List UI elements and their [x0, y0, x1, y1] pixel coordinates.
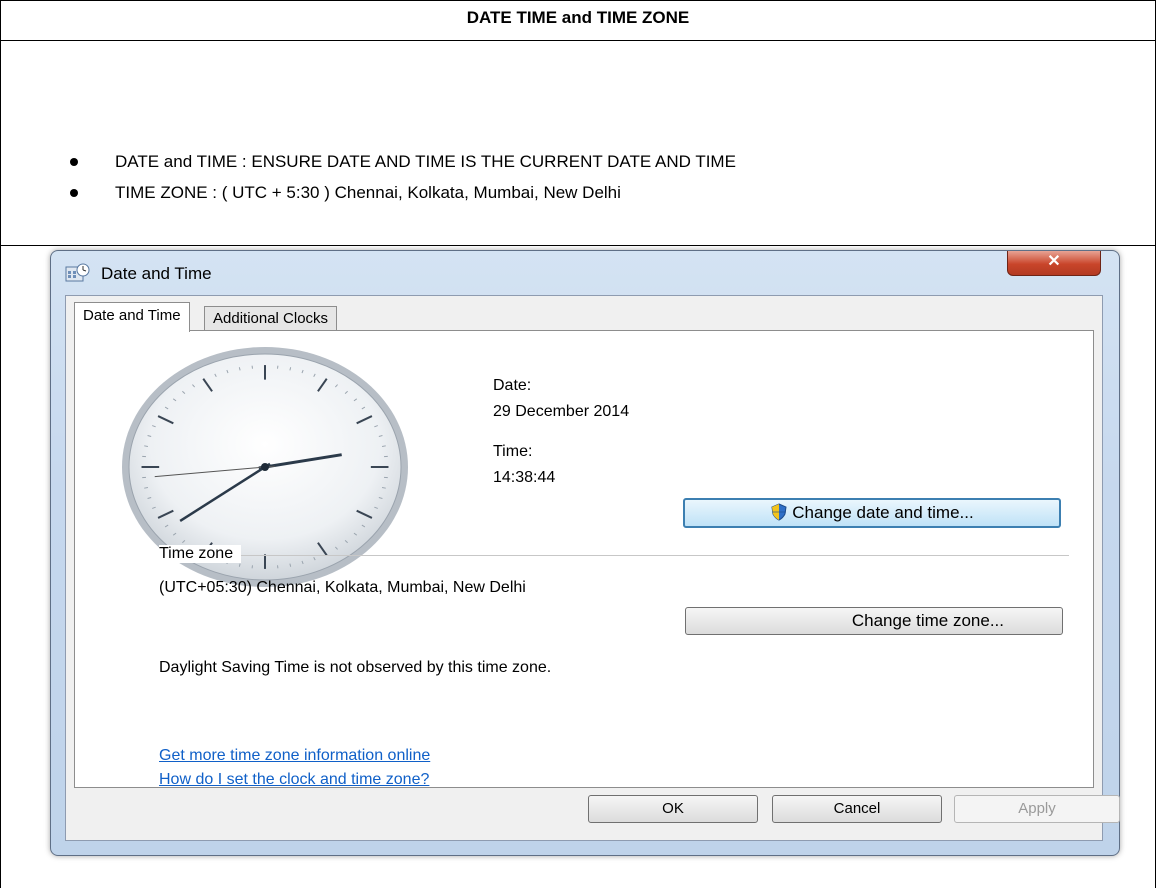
table-divider [0, 40, 1156, 41]
change-date-and-time-button[interactable]: Change date and time... [683, 498, 1061, 528]
table-border-top [0, 0, 1156, 1]
change-date-and-time-label: Change date and time... [792, 503, 974, 522]
timezone-group-label: Time zone [159, 545, 242, 563]
ok-button[interactable]: OK [588, 795, 758, 823]
time-label: Time: [493, 443, 533, 460]
datetime-app-icon [65, 263, 91, 283]
tab-additional-clocks[interactable]: Additional Clocks [204, 306, 338, 331]
how-to-set-clock-link[interactable]: How do I set the clock and time zone? [159, 771, 429, 789]
list-item: TIME ZONE : ( UTC + 5:30 ) Chennai, Kolk… [70, 181, 736, 205]
time-value: 14:38:44 [493, 469, 556, 486]
clock-minute-tick [381, 487, 386, 489]
date-label: Date: [493, 377, 532, 394]
list-item: DATE and TIME : ENSURE DATE AND TIME IS … [70, 150, 736, 174]
clock-minute-tick [381, 445, 386, 447]
title-bar[interactable]: Date and Time ✕ [51, 251, 1119, 295]
tab-panel: Date: 29 December 2014 Time: 14:38:44 Ch… [74, 330, 1094, 788]
more-timezone-info-link[interactable]: Get more time zone information online [159, 747, 430, 765]
tab-date-and-time[interactable]: Date and Time [74, 302, 190, 332]
close-icon: ✕ [1047, 253, 1061, 270]
change-time-zone-button[interactable]: Change time zone... [685, 607, 1063, 635]
clock-minute-tick [144, 445, 149, 447]
cancel-button[interactable]: Cancel [772, 795, 942, 823]
close-button[interactable]: ✕ [1007, 251, 1101, 276]
table-border-left [0, 0, 1, 888]
date-time-dialog: Date and Time ✕ Date and Time Additional… [50, 250, 1120, 856]
dialog-client-area: Date and Time Additional Clocks Date: 29… [65, 295, 1120, 841]
timezone-group-divider [159, 555, 1069, 556]
date-value: 29 December 2014 [493, 403, 630, 420]
shield-icon [770, 503, 788, 521]
apply-button[interactable]: Apply [954, 795, 1120, 823]
requirements-list: DATE and TIME : ENSURE DATE AND TIME IS … [70, 150, 736, 212]
change-time-zone-label: Change time zone... [851, 611, 1004, 630]
table-divider [0, 245, 1156, 246]
clock-minute-tick [144, 487, 149, 489]
dst-notice: Daylight Saving Time is not observed by … [159, 659, 552, 676]
timezone-value: (UTC+05:30) Chennai, Kolkata, Mumbai, Ne… [159, 579, 526, 596]
document-title: DATE TIME and TIME ZONE [466, 8, 690, 27]
window-title: Date and Time [101, 264, 212, 283]
